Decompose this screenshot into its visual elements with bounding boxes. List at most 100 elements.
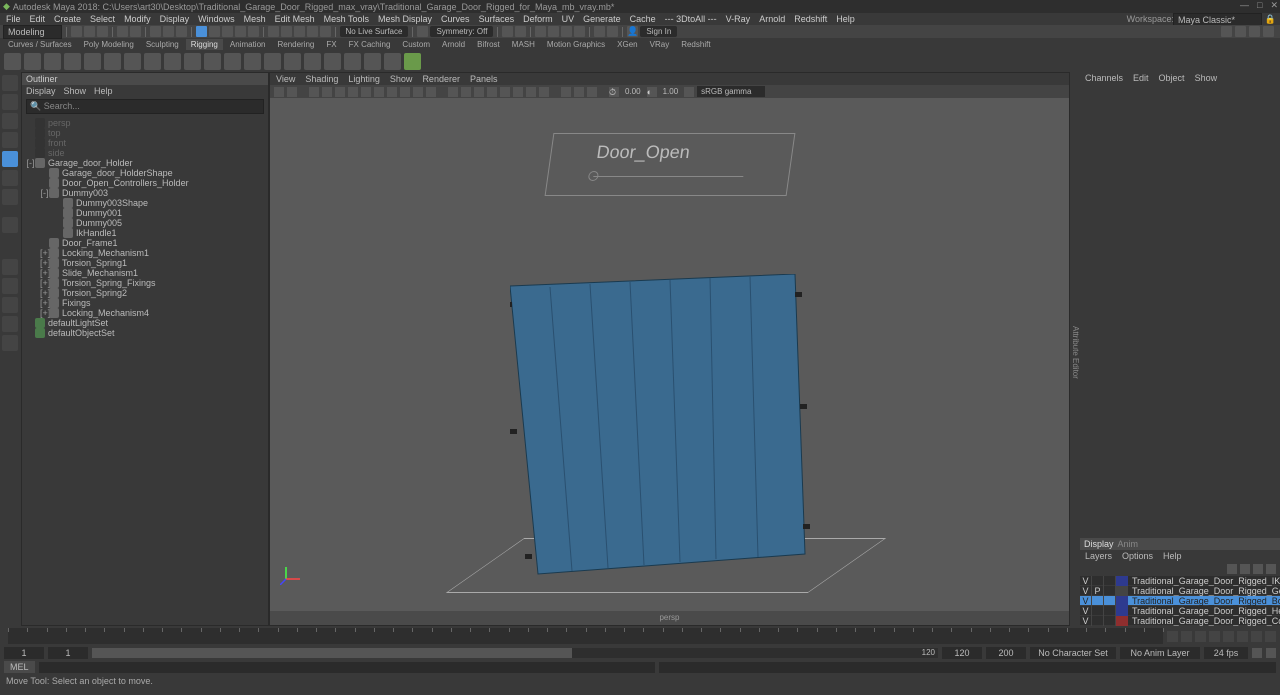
- sym-icon[interactable]: [417, 26, 428, 37]
- vp-gamma-icon[interactable]: ◐: [647, 87, 657, 97]
- vp-xray-icon[interactable]: [574, 87, 584, 97]
- vp-shadows-icon[interactable]: [500, 87, 510, 97]
- shelf-item-3[interactable]: [64, 53, 81, 70]
- vp-menu-lighting[interactable]: Lighting: [348, 74, 380, 84]
- command-line[interactable]: MEL: [0, 660, 1280, 674]
- door-open-controller[interactable]: Door_Open: [544, 133, 795, 196]
- render-globals-icon[interactable]: [561, 26, 572, 37]
- outliner-node[interactable]: Dummy003Shape: [22, 198, 268, 208]
- shelf-item-20[interactable]: [404, 53, 421, 70]
- mode-dropdown[interactable]: Modeling: [3, 25, 62, 39]
- shelf-item-6[interactable]: [124, 53, 141, 70]
- menu-deform[interactable]: Deform: [523, 14, 553, 24]
- frame-back-icon[interactable]: [594, 26, 605, 37]
- step-back-icon[interactable]: [1195, 631, 1206, 642]
- new-scene-icon[interactable]: [71, 26, 82, 37]
- vp-aa-icon[interactable]: [539, 87, 549, 97]
- command-input[interactable]: [39, 662, 656, 673]
- outliner-node[interactable]: [+]Torsion_Spring1: [22, 258, 268, 268]
- panel-layout4-icon[interactable]: [1263, 26, 1274, 37]
- vp-2d-pan-icon[interactable]: [322, 87, 332, 97]
- toggle3-icon[interactable]: [294, 26, 305, 37]
- shelf-tab-polymodeling[interactable]: Poly Modeling: [79, 39, 139, 50]
- toggle5-icon[interactable]: [320, 26, 331, 37]
- maximize-icon[interactable]: □: [1257, 0, 1262, 11]
- step-fwd-icon[interactable]: [1237, 631, 1248, 642]
- play-first-icon[interactable]: [502, 26, 513, 37]
- menu-modify[interactable]: Modify: [124, 14, 151, 24]
- paint-select-icon[interactable]: [176, 26, 187, 37]
- close-icon[interactable]: ✕: [1270, 0, 1278, 11]
- vp-textured-icon[interactable]: [474, 87, 484, 97]
- shelf-tab-sculpting[interactable]: Sculpting: [141, 39, 184, 50]
- shelf-tab-animation[interactable]: Animation: [225, 39, 271, 50]
- tool6[interactable]: [2, 170, 18, 186]
- shelf-item-4[interactable]: [84, 53, 101, 70]
- prefs-icon[interactable]: [1266, 648, 1276, 658]
- vp-img-plane-icon[interactable]: [309, 87, 319, 97]
- menu-cache[interactable]: Cache: [630, 14, 656, 24]
- layer-move-down-icon[interactable]: [1240, 564, 1250, 574]
- outliner-node[interactable]: defaultObjectSet: [22, 328, 268, 338]
- shelf-tab-motiongraphics[interactable]: Motion Graphics: [542, 39, 610, 50]
- vp-grid-icon[interactable]: [348, 87, 358, 97]
- menu-redshift[interactable]: Redshift: [794, 14, 827, 24]
- rotate-tool[interactable]: [2, 113, 18, 129]
- range-end[interactable]: 120: [942, 647, 982, 659]
- render-icon[interactable]: [535, 26, 546, 37]
- autokey-icon[interactable]: [1252, 648, 1262, 658]
- ch-menu-show[interactable]: Show: [1195, 73, 1218, 83]
- script-lang[interactable]: MEL: [4, 661, 35, 673]
- shelf-item-17[interactable]: [344, 53, 361, 70]
- outliner-node[interactable]: persp: [22, 118, 268, 128]
- vp-view-transform-icon[interactable]: [684, 87, 694, 97]
- vp-menu-view[interactable]: View: [276, 74, 295, 84]
- menu-meshtools[interactable]: Mesh Tools: [324, 14, 369, 24]
- goto-end-icon[interactable]: [1265, 631, 1276, 642]
- viewport-canvas[interactable]: Door_Open: [270, 98, 1069, 611]
- render-view-icon[interactable]: [574, 26, 585, 37]
- step-back-key-icon[interactable]: [1181, 631, 1192, 642]
- menu-edit[interactable]: Edit: [30, 14, 46, 24]
- toggle4-icon[interactable]: [307, 26, 318, 37]
- anim-start[interactable]: 1: [4, 647, 44, 659]
- lasso-icon[interactable]: [163, 26, 174, 37]
- outliner-node[interactable]: Dummy001: [22, 208, 268, 218]
- panel-layout1-icon[interactable]: [1221, 26, 1232, 37]
- symmetry-dd[interactable]: Symmetry: Off: [430, 26, 493, 37]
- menu-surfaces[interactable]: Surfaces: [479, 14, 515, 24]
- snap-plane-icon[interactable]: [235, 26, 246, 37]
- tool8[interactable]: [2, 217, 18, 233]
- vp-shaded-icon[interactable]: [461, 87, 471, 97]
- vp-isolate-icon[interactable]: [561, 87, 571, 97]
- layer-row[interactable]: VPTraditional_Garage_Door_Rigged_Geometr…: [1080, 586, 1280, 596]
- ipr-icon[interactable]: [548, 26, 559, 37]
- menu-editmesh[interactable]: Edit Mesh: [275, 14, 315, 24]
- menu-uv[interactable]: UV: [562, 14, 575, 24]
- shelf-tab-redshift[interactable]: Redshift: [676, 39, 715, 50]
- layer-menu-help[interactable]: Help: [1163, 551, 1182, 561]
- select-tool[interactable]: [2, 75, 18, 91]
- layout-outliner[interactable]: [2, 316, 18, 332]
- range-bar[interactable]: 120: [92, 648, 938, 658]
- vp-menu-panels[interactable]: Panels: [470, 74, 498, 84]
- outliner-node[interactable]: IkHandle1: [22, 228, 268, 238]
- layer-row[interactable]: VTraditional_Garage_Door_Rigged_Helpers: [1080, 606, 1280, 616]
- vp-ao-icon[interactable]: [513, 87, 523, 97]
- shelf-tab-rendering[interactable]: Rendering: [272, 39, 319, 50]
- vp-menu-renderer[interactable]: Renderer: [422, 74, 460, 84]
- toggle-icon[interactable]: [268, 26, 279, 37]
- snap-point-icon[interactable]: [222, 26, 233, 37]
- character-set-dd[interactable]: No Character Set: [1030, 647, 1116, 659]
- outliner-node[interactable]: Garage_door_HolderShape: [22, 168, 268, 178]
- garage-door-mesh[interactable]: [510, 274, 810, 574]
- layout-single[interactable]: [2, 259, 18, 275]
- menu-arnold[interactable]: Arnold: [759, 14, 785, 24]
- shelf-tab-curvessurfaces[interactable]: Curves / Surfaces: [3, 39, 77, 50]
- outliner-node[interactable]: [-]Garage_door_Holder: [22, 158, 268, 168]
- panel-layout3-icon[interactable]: [1249, 26, 1260, 37]
- layer-row[interactable]: VTraditional_Garage_Door_Rigged_IK_Chain: [1080, 576, 1280, 586]
- outliner-node[interactable]: front: [22, 138, 268, 148]
- outliner-node[interactable]: side: [22, 148, 268, 158]
- outliner-menu-show[interactable]: Show: [64, 86, 87, 96]
